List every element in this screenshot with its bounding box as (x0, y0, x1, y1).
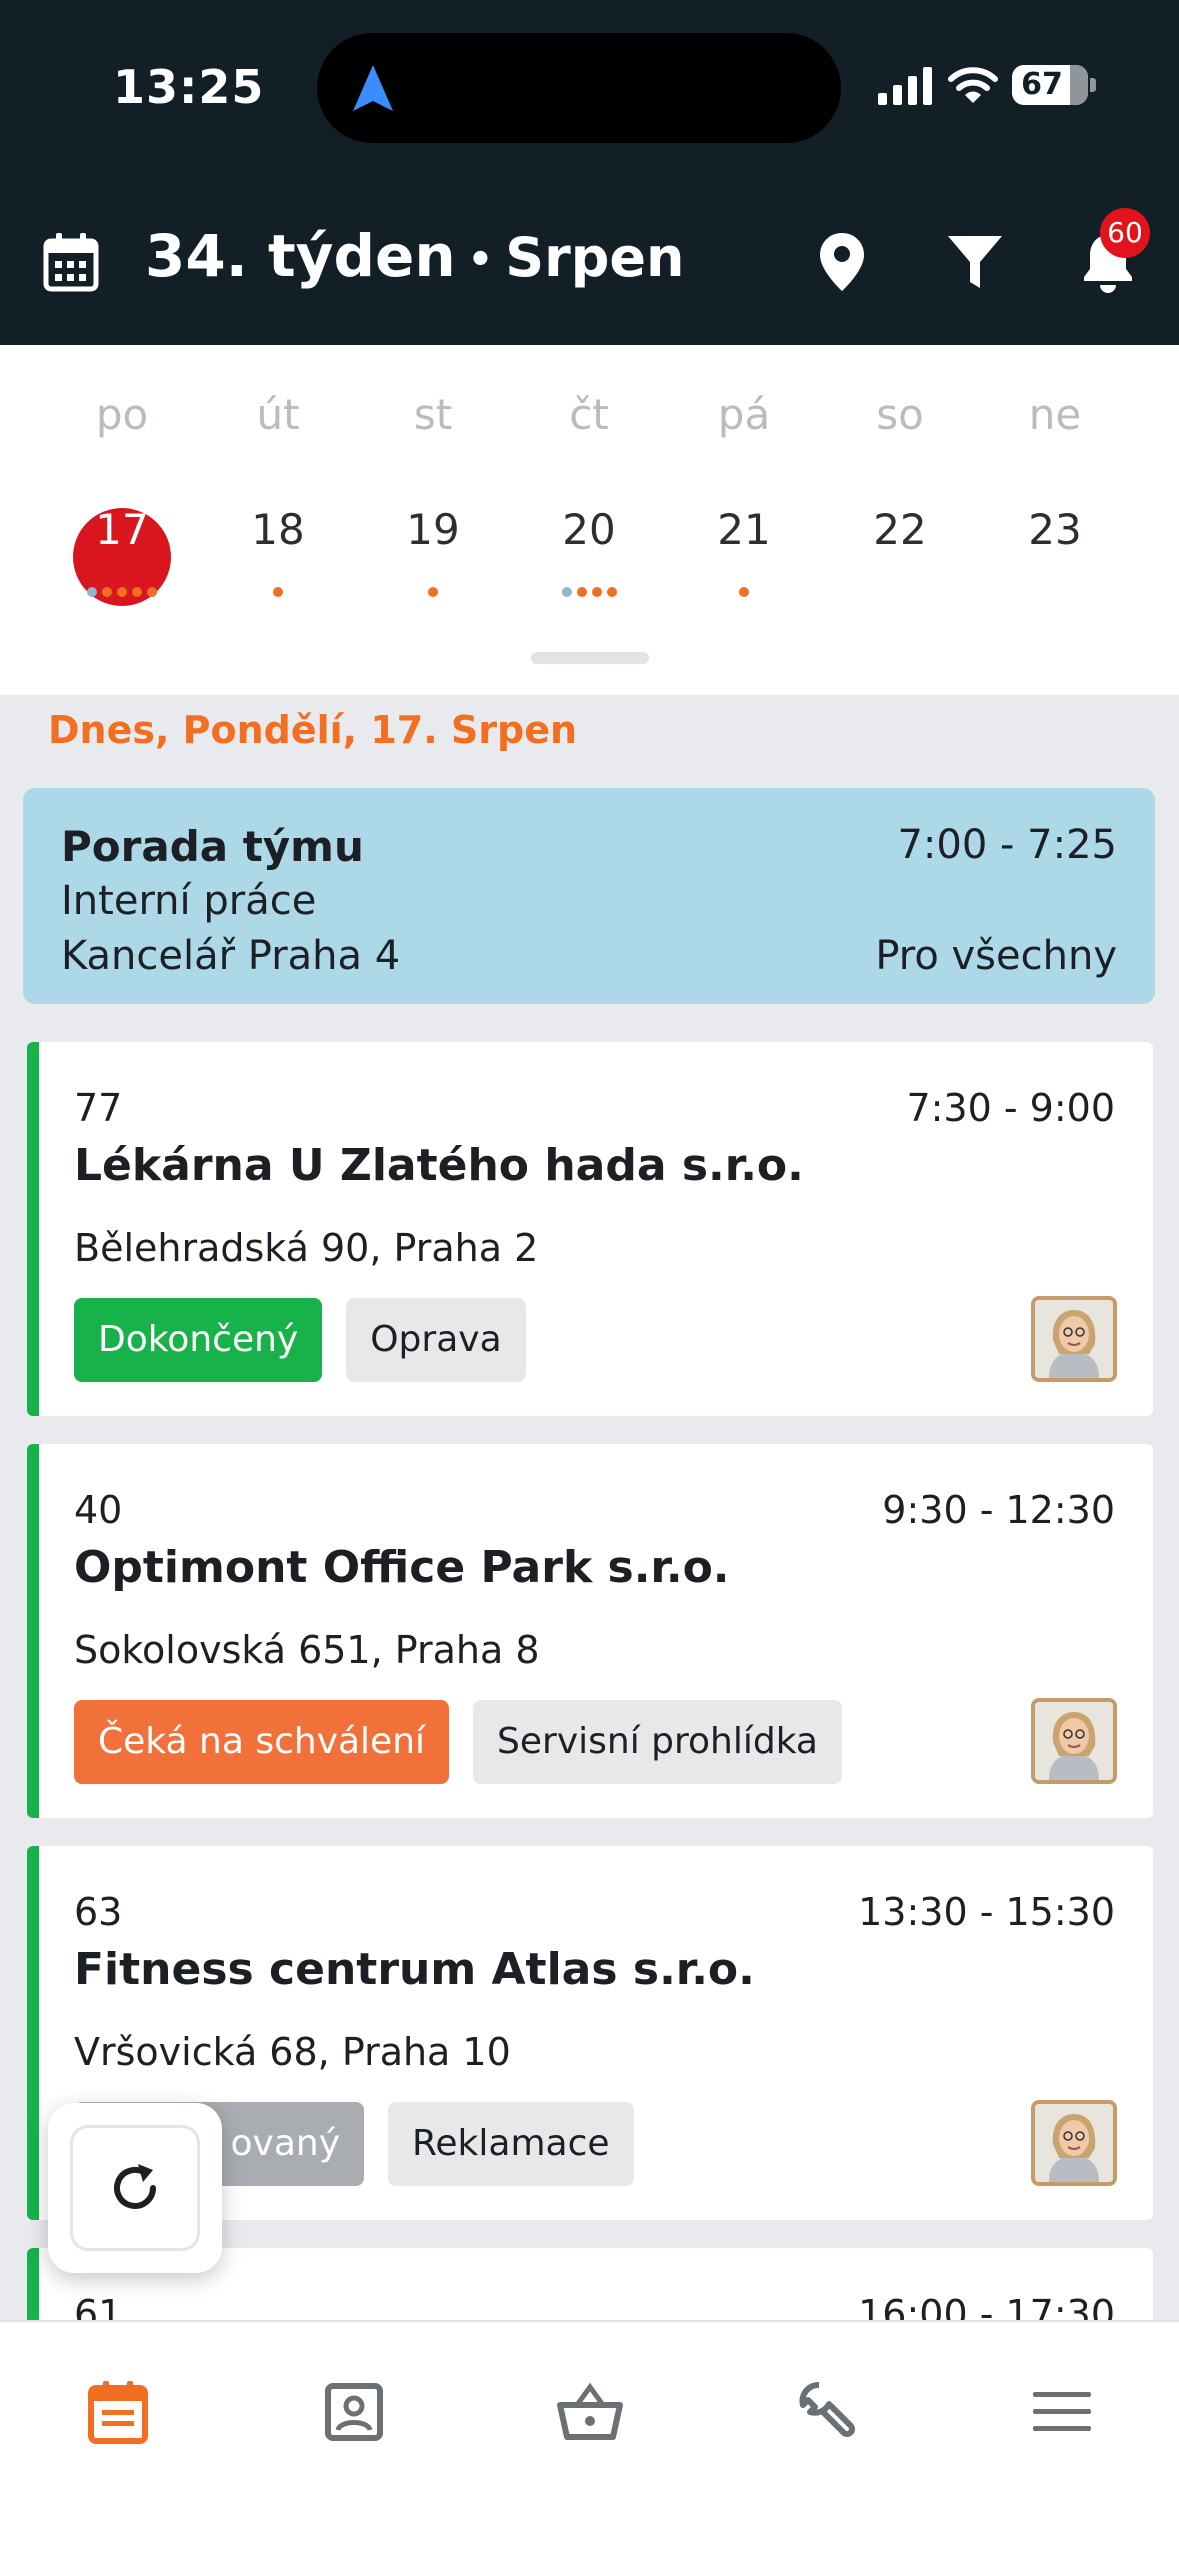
week-strip-drag-handle[interactable] (531, 652, 649, 664)
day-name: st (413, 390, 453, 439)
job-card[interactable]: 40 9:30 - 12:30 Optimont Office Park s.r… (27, 1444, 1153, 1818)
day-name: po (95, 390, 149, 439)
nav-tab-service[interactable] (766, 2362, 886, 2462)
title-separator: • (467, 236, 494, 283)
person-avatar-icon (1035, 2104, 1113, 2182)
basket-icon (557, 2383, 623, 2440)
job-address: Bělehradská 90, Praha 2 (74, 1226, 539, 1270)
battery-indicator: 67 (1012, 65, 1088, 105)
day-23[interactable]: 23 (995, 505, 1115, 554)
day-19[interactable]: 19 (373, 505, 493, 554)
menu-icon (1033, 2392, 1091, 2431)
battery-level: 67 (1021, 67, 1063, 102)
job-number: 77 (74, 1086, 123, 1130)
event-dots (529, 587, 649, 597)
wrench-icon (799, 2382, 855, 2437)
job-status-badge: Čeká na schválení (74, 1700, 450, 1784)
top-header: 13:25 67 34. týden • Srpen 60 (0, 0, 1179, 345)
day-21[interactable]: 21 (684, 505, 804, 554)
technician-avatar[interactable] (1031, 1698, 1117, 1784)
location-pin-icon (820, 233, 864, 291)
signal-icon (878, 67, 932, 105)
job-time: 9:30 - 12:30 (882, 1488, 1115, 1532)
navigation-arrow-icon (353, 65, 393, 111)
filter-button[interactable] (935, 222, 1015, 302)
day-name: čt (569, 390, 609, 439)
filter-icon (948, 236, 1002, 288)
day-17[interactable]: 17 (62, 505, 182, 554)
person-avatar-icon (1035, 1300, 1113, 1378)
month-name: Srpen (505, 226, 685, 289)
job-time: 7:30 - 9:00 (906, 1086, 1115, 1130)
meeting-category: Interní práce (61, 878, 317, 924)
event-dots (218, 587, 338, 597)
person-avatar-icon (1035, 1702, 1113, 1780)
meeting-title: Porada týmu (61, 822, 364, 871)
job-address: Sokolovská 651, Praha 8 (74, 1628, 540, 1672)
technician-avatar[interactable] (1031, 1296, 1117, 1382)
technician-avatar[interactable] (1031, 2100, 1117, 2186)
job-type-badge: Oprava (346, 1298, 526, 1382)
event-dots (373, 587, 493, 597)
refresh-button[interactable] (48, 2103, 222, 2273)
week-strip: po út st čt pá so ne 17 18 19 20 21 22 2… (0, 345, 1179, 695)
bottom-navigation (0, 2320, 1179, 2556)
job-status-badge: Dokončený (74, 1298, 323, 1382)
contact-card-icon (325, 2383, 383, 2441)
event-dots (62, 587, 182, 597)
day-name: ne (1028, 390, 1082, 439)
nav-tab-contacts[interactable] (294, 2362, 414, 2462)
day-name: so (876, 390, 924, 439)
job-customer: Lékárna U Zlatého hada s.r.o. (74, 1140, 804, 1191)
date-heading: Dnes, Pondělí, 17. Srpen (48, 708, 578, 752)
meeting-audience: Pro všechny (875, 933, 1117, 979)
meeting-location: Kancelář Praha 4 (61, 933, 401, 979)
week-number: 34. týden (145, 222, 456, 290)
job-type-badge: Reklamace (388, 2102, 634, 2186)
job-time: 13:30 - 15:30 (858, 1890, 1115, 1934)
dynamic-island (317, 33, 841, 143)
location-button[interactable] (802, 222, 882, 302)
refresh-icon (114, 2164, 156, 2209)
job-type-badge: Servisní prohlídka (473, 1700, 842, 1784)
week-title[interactable]: 34. týden • Srpen (145, 222, 684, 290)
job-card[interactable]: 77 7:30 - 9:00 Lékárna U Zlatého hada s.… (27, 1042, 1153, 1416)
day-name: pá (717, 390, 771, 439)
job-customer: Optimont Office Park s.r.o. (74, 1542, 730, 1593)
wifi-icon (948, 67, 998, 103)
event-dots (684, 587, 804, 597)
job-customer: Fitness centrum Atlas s.r.o. (74, 1944, 755, 1995)
day-18[interactable]: 18 (218, 505, 338, 554)
status-time: 13:25 (113, 60, 265, 114)
job-address: Vršovická 68, Praha 10 (74, 2030, 511, 2074)
calendar-icon[interactable] (42, 231, 100, 293)
day-name: út (256, 390, 300, 439)
job-number: 63 (74, 1890, 123, 1934)
nav-tab-menu[interactable] (1002, 2362, 1122, 2462)
nav-tab-basket[interactable] (530, 2362, 650, 2462)
meeting-card[interactable]: Porada týmu Interní práce Kancelář Praha… (23, 788, 1155, 1004)
calendar-list-icon (88, 2381, 148, 2444)
notification-badge: 60 (1100, 208, 1150, 258)
day-22[interactable]: 22 (840, 505, 960, 554)
meeting-time: 7:00 - 7:25 (897, 822, 1117, 868)
day-20[interactable]: 20 (529, 505, 649, 554)
job-number: 40 (74, 1488, 123, 1532)
status-icons: 67 (876, 60, 1096, 110)
nav-tab-calendar[interactable] (58, 2362, 178, 2462)
battery-tip (1090, 78, 1096, 92)
